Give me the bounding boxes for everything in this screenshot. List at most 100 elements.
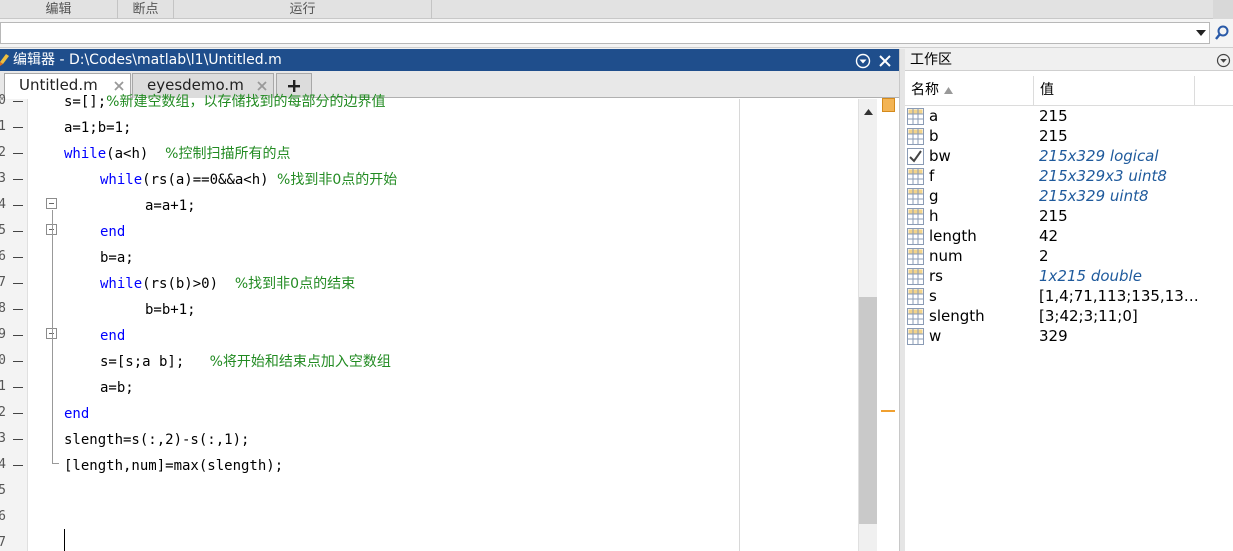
chevron-down-icon[interactable] — [1196, 30, 1206, 38]
scrollbar-thumb[interactable] — [859, 297, 877, 524]
address-bar — [0, 19, 1233, 48]
vertical-scrollbar[interactable] — [858, 99, 877, 551]
variable-name: h — [929, 207, 939, 225]
variable-value: 215x329 uint8 — [1039, 187, 1149, 205]
panel-actions-icon[interactable] — [855, 53, 871, 69]
breakpoint-dash[interactable] — [13, 257, 23, 258]
variable-value: 215 — [1039, 107, 1068, 125]
workspace-panel: 工作区 名称 值 a 215 b 215 bw 215x329 logical f 215x3… — [905, 49, 1233, 551]
breakpoint-dash[interactable] — [13, 309, 23, 310]
workspace-variable-row[interactable]: a 215 — [905, 106, 1233, 126]
close-tab-icon[interactable] — [256, 80, 268, 92]
breakpoint-dash[interactable] — [13, 127, 23, 128]
workspace-variable-row[interactable]: b 215 — [905, 126, 1233, 146]
right-margin-line — [739, 99, 740, 551]
workspace-title-bar: 工作区 — [905, 49, 1233, 71]
close-tab-icon[interactable] — [113, 80, 125, 92]
workspace-variable-row[interactable]: length 42 — [905, 226, 1233, 246]
variable-name: w — [929, 327, 942, 345]
code-analyzer-bar — [877, 98, 899, 551]
workspace-variable-row[interactable]: num 2 — [905, 246, 1233, 266]
variable-name: rs — [929, 267, 943, 285]
code-line: end — [100, 224, 126, 240]
scroll-up-icon[interactable] — [863, 108, 874, 116]
workspace-variable-row[interactable]: rs 1x215 double — [905, 266, 1233, 286]
line-number: 4 — [0, 197, 6, 212]
line-number: 5 — [0, 483, 6, 498]
code-line: s=[];%新建空数组，以存储找到的每部分的边界值 — [64, 94, 386, 110]
close-icon[interactable] — [877, 53, 893, 69]
workspace-variable-row[interactable]: bw 215x329 logical — [905, 146, 1233, 166]
analyzer-status-icon[interactable] — [882, 98, 895, 112]
editor-title: 编辑器 - D:\Codes\matlab\l1\Untitled.m — [13, 52, 282, 68]
array-variable-icon — [907, 228, 924, 245]
breakpoint-dash[interactable] — [13, 231, 23, 232]
variable-name: s — [929, 287, 937, 305]
breakpoint-dash[interactable] — [13, 335, 23, 336]
array-variable-icon — [907, 268, 924, 285]
code-line: s=[s;a b]; %将开始和结束点加入空数组 — [100, 354, 391, 370]
code-line: end — [100, 328, 126, 344]
line-number: 7 — [0, 535, 6, 550]
toolstrip-scroll-area[interactable] — [1213, 0, 1233, 19]
workspace-variable-row[interactable]: s [1,4;71,113;135,13… — [905, 286, 1233, 306]
breakpoint-dash[interactable] — [13, 101, 23, 102]
array-variable-icon — [907, 108, 924, 125]
variable-value: 215x329 logical — [1039, 147, 1159, 165]
breakpoint-dash[interactable] — [13, 439, 23, 440]
section-breakpoints-label: 断点 — [118, 0, 174, 19]
code-line: while(rs(a)==0&&a<h) %找到非0点的开始 — [100, 172, 398, 188]
code-line: slength=s(:,2)-s(:,1); — [64, 432, 250, 448]
editor-panel: 编辑器 - D:\Codes\matlab\l1\Untitled.m Unti… — [0, 49, 899, 551]
editor-icon — [0, 54, 9, 66]
variable-value: [3;42;3;11;0] — [1039, 307, 1138, 325]
breakpoint-dash[interactable] — [13, 387, 23, 388]
workspace-variable-row[interactable]: slength [3;42;3;11;0] — [905, 306, 1233, 326]
code-line: b=b+1; — [145, 302, 196, 318]
code-line: while(a<h) %控制扫描所有的点 — [64, 146, 291, 162]
array-variable-icon — [907, 188, 924, 205]
array-variable-icon — [907, 288, 924, 305]
fold-guide — [52, 236, 53, 285]
breakpoint-dash[interactable] — [13, 465, 23, 466]
analyzer-warning-marker[interactable] — [881, 410, 895, 412]
fold-guide — [52, 340, 53, 389]
workspace-variable-row[interactable]: w 329 — [905, 326, 1233, 346]
variable-name: bw — [929, 147, 951, 165]
breakpoint-dash[interactable] — [13, 205, 23, 206]
section-run-label: 运行 — [174, 0, 432, 19]
fold-toggle-icon[interactable] — [46, 198, 57, 209]
column-header-name[interactable]: 名称 — [905, 76, 1034, 106]
line-number: 1 — [0, 119, 6, 134]
workspace-variable-row[interactable]: h 215 — [905, 206, 1233, 226]
workspace-variable-row[interactable]: g 215x329 uint8 — [905, 186, 1233, 206]
line-number: 6 — [0, 249, 6, 264]
line-number: 2 — [0, 145, 6, 160]
line-number: 4 — [0, 457, 6, 472]
code-line: [length,num]=max(slength); — [64, 458, 284, 474]
variable-name: length — [929, 227, 977, 245]
code-line: b=a; — [100, 250, 134, 266]
breakpoint-dash[interactable] — [13, 283, 23, 284]
code-line: a=b; — [100, 380, 134, 396]
line-number: 0 — [0, 93, 6, 108]
line-number: 3 — [0, 431, 6, 446]
variable-name: b — [929, 127, 939, 145]
code-line: while(rs(b)>0) %找到非0点的结束 — [100, 276, 356, 292]
sort-ascending-icon — [944, 87, 953, 94]
column-header-value[interactable]: 值 — [1034, 76, 1195, 106]
address-field[interactable] — [0, 22, 1210, 44]
variable-value: 215x329x3 uint8 — [1039, 167, 1167, 185]
line-number-gutter: 0 1 2 3 4 5 6 7 8 9 0 1 2 3 4 5 6 7 — [0, 93, 28, 551]
search-icon[interactable] — [1212, 22, 1232, 44]
array-variable-icon — [907, 168, 924, 185]
breakpoint-dash[interactable] — [13, 361, 23, 362]
breakpoint-dash[interactable] — [13, 179, 23, 180]
breakpoint-dash[interactable] — [13, 413, 23, 414]
workspace-variable-row[interactable]: f 215x329x3 uint8 — [905, 166, 1233, 186]
line-number: 1 — [0, 379, 6, 394]
code-area[interactable]: 0 1 2 3 4 5 6 7 8 9 0 1 2 3 4 5 6 7 s=[]… — [0, 93, 899, 551]
array-variable-icon — [907, 308, 924, 325]
breakpoint-dash[interactable] — [13, 153, 23, 154]
panel-actions-icon[interactable] — [1216, 53, 1231, 68]
